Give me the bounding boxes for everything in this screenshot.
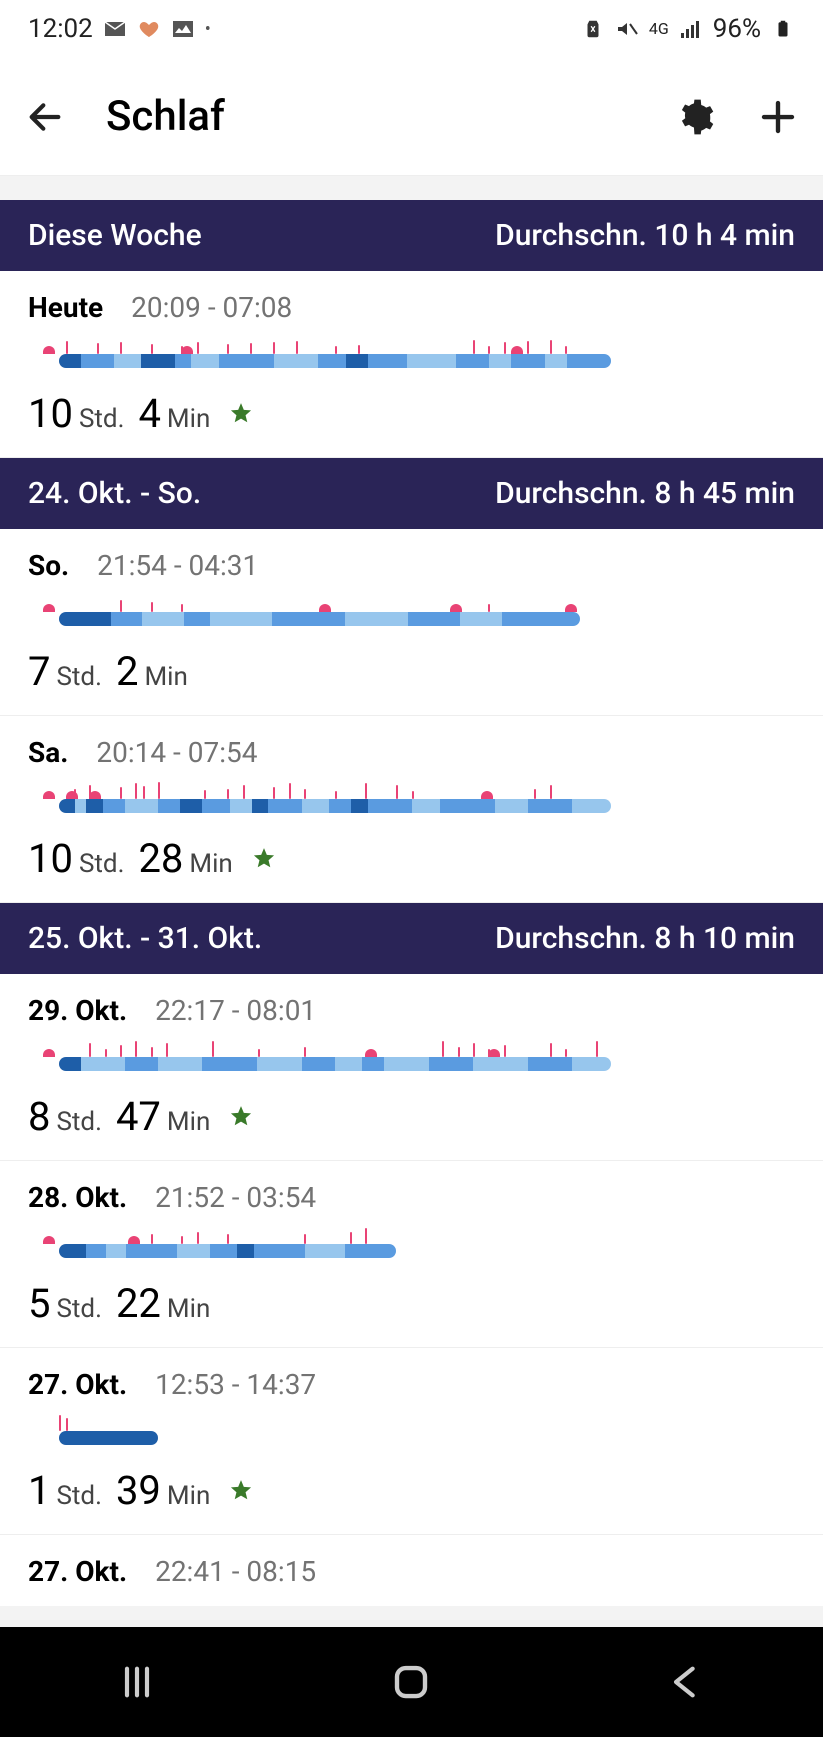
entry-day: 29. Okt. (28, 994, 127, 1027)
sleep-entry[interactable]: Sa. 20:14 - 07:54 10 Std. 28 Min (0, 716, 823, 903)
entry-duration: 10 Std. 28 Min (28, 835, 795, 882)
week-title: 25. Okt. - 31. Okt. (28, 921, 262, 956)
sleep-graph (28, 1415, 795, 1445)
entry-day: Heute (28, 291, 103, 324)
mute-icon (615, 17, 639, 41)
entry-day: 27. Okt. (28, 1555, 127, 1588)
battery-icon (771, 17, 795, 41)
sleep-graph (28, 596, 795, 626)
sleep-entry[interactable]: So. 21:54 - 04:31 7 Std. 2 Min (0, 529, 823, 716)
week-title: Diese Woche (28, 218, 202, 253)
sleep-graph (28, 783, 795, 813)
network-label: 4G (649, 21, 669, 37)
status-right-group: 4G 96% (581, 14, 795, 44)
week-avg: Durchschn. 10 h 4 min (495, 218, 795, 253)
mail-icon (103, 17, 127, 41)
app-header: Schlaf (0, 58, 823, 176)
battery-text: 96% (713, 14, 761, 44)
sleep-entry[interactable]: 27. Okt. 12:53 - 14:37 1 Std. 39 Min (0, 1348, 823, 1535)
add-button[interactable] (757, 96, 799, 138)
sleep-graph (28, 1228, 795, 1258)
entry-range: 21:52 - 03:54 (155, 1181, 316, 1214)
entry-day: 28. Okt. (28, 1181, 127, 1214)
entry-range: 20:14 - 07:54 (96, 736, 257, 769)
entry-range: 12:53 - 14:37 (155, 1368, 316, 1401)
page-title: Schlaf (106, 92, 635, 141)
entry-duration: 5 Std. 22 Min (28, 1280, 795, 1327)
entry-duration: 1 Std. 39 Min (28, 1467, 795, 1514)
picture-icon (171, 17, 195, 41)
entry-range: 21:54 - 04:31 (97, 549, 258, 582)
week-header: Diese Woche Durchschn. 10 h 4 min (0, 200, 823, 271)
sleep-entry[interactable]: 29. Okt. 22:17 - 08:01 8 Std. 47 Min (0, 974, 823, 1161)
status-dot-icon: • (205, 19, 211, 40)
entry-range: 20:09 - 07:08 (131, 291, 292, 324)
sleep-entry[interactable]: 27. Okt. 22:41 - 08:15 (0, 1535, 823, 1606)
entry-duration: 8 Std. 47 Min (28, 1093, 795, 1140)
sleep-entry[interactable]: 28. Okt. 21:52 - 03:54 5 Std. 22 Min (0, 1161, 823, 1348)
home-button[interactable] (386, 1657, 436, 1707)
entry-day: So. (28, 549, 69, 582)
back-button[interactable] (24, 96, 66, 138)
week-title: 24. Okt. - So. (28, 476, 201, 511)
recents-button[interactable] (112, 1657, 162, 1707)
sleep-entry[interactable]: Heute 20:09 - 07:08 10 Std. 4 Min (0, 271, 823, 458)
sleep-log-scroll[interactable]: Diese Woche Durchschn. 10 h 4 min Heute … (0, 176, 823, 1627)
status-left-group: 12:02 • (28, 14, 211, 44)
status-bar: 12:02 • 4G 96% (0, 0, 823, 58)
week-header: 24. Okt. - So. Durchschn. 8 h 45 min (0, 458, 823, 529)
status-time: 12:02 (28, 14, 93, 44)
back-nav-button[interactable] (661, 1657, 711, 1707)
recycle-icon (581, 17, 605, 41)
week-header: 25. Okt. - 31. Okt. Durchschn. 8 h 10 mi… (0, 903, 823, 974)
entry-range: 22:41 - 08:15 (155, 1555, 316, 1588)
settings-button[interactable] (675, 96, 717, 138)
sleep-graph (28, 1041, 795, 1071)
week-avg: Durchschn. 8 h 45 min (495, 476, 795, 511)
signal-icon (679, 17, 703, 41)
entry-duration: 7 Std. 2 Min (28, 648, 795, 695)
entry-duration: 10 Std. 4 Min (28, 390, 795, 437)
heart-icon (137, 17, 161, 41)
system-nav-bar (0, 1627, 823, 1737)
entry-range: 22:17 - 08:01 (155, 994, 316, 1027)
entry-day: 27. Okt. (28, 1368, 127, 1401)
entry-day: Sa. (28, 736, 68, 769)
sleep-graph (28, 338, 795, 368)
week-avg: Durchschn. 8 h 10 min (495, 921, 795, 956)
